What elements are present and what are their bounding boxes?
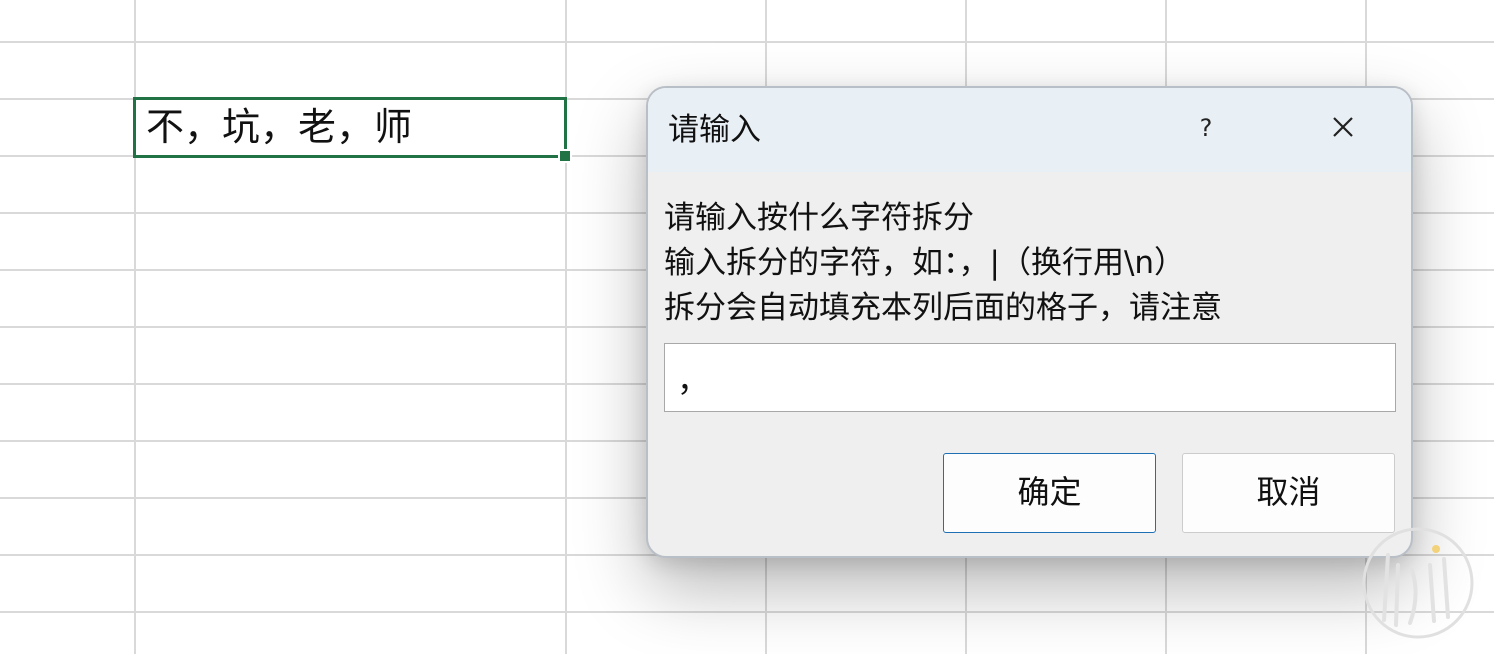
help-icon[interactable]: ?: [1184, 106, 1228, 150]
close-icon: [1333, 117, 1353, 137]
ok-button[interactable]: 确定: [943, 453, 1156, 533]
row-line: [0, 41, 1494, 43]
close-button[interactable]: [1318, 106, 1368, 150]
prompt-line: 输入拆分的字符，如：，|（换行用\n）: [664, 245, 1186, 281]
delimiter-input[interactable]: [664, 343, 1396, 412]
active-cell[interactable]: 不，坑，老，师: [133, 97, 567, 158]
dialog-titlebar[interactable]: 请输入 ?: [648, 88, 1411, 172]
input-dialog: 请输入 ? 请输入按什么字符拆分 输入拆分的字符，如：，|（换行用\n） 拆分会…: [646, 86, 1413, 558]
cancel-button[interactable]: 取消: [1182, 453, 1395, 533]
dialog-title: 请输入: [668, 112, 761, 148]
fill-handle[interactable]: [558, 149, 572, 163]
row-line: [0, 611, 1494, 613]
dialog-prompt: 请输入按什么字符拆分 输入拆分的字符，如：，|（换行用\n） 拆分会自动填充本列…: [664, 196, 1222, 331]
prompt-line: 拆分会自动填充本列后面的格子，请注意: [664, 290, 1222, 326]
prompt-line: 请输入按什么字符拆分: [664, 200, 974, 236]
watermark-logo: [1362, 527, 1474, 639]
